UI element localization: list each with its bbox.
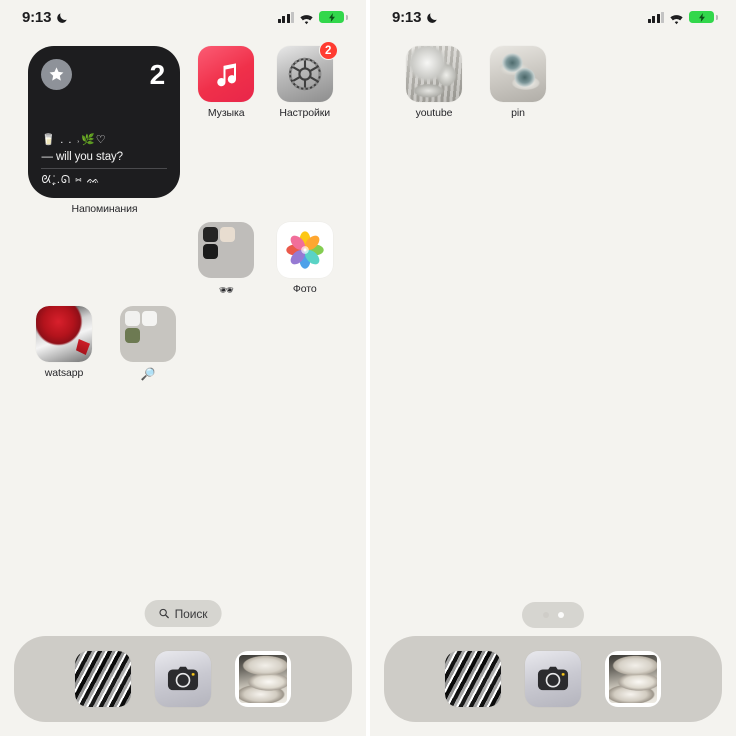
abstract-photo-icon[interactable] — [445, 651, 501, 707]
folder-search[interactable]: 🔎 — [106, 306, 190, 390]
widget-body: 🥛 . . ˒🌿♡ — will you stay? ᘡ₊̣̇.ᘏ ⑅ ᨐ — [41, 133, 168, 187]
dual-screenshot-container: 9:13 2 🥛 . . ˒🌿♡ — will you stay? ᘡ₊̣̇.ᘏ… — [0, 0, 736, 736]
folder-icon[interactable] — [120, 306, 176, 362]
grid-row-1: youtube pin — [392, 46, 714, 130]
abstract-photo-icon[interactable] — [75, 651, 131, 707]
youtube-photo-icon[interactable] — [406, 46, 462, 102]
app-label-settings: Настройки — [279, 107, 331, 119]
folder-mini-icon — [125, 328, 140, 343]
reminders-widget-label: Напоминания — [71, 203, 138, 215]
watsapp-photo-icon[interactable] — [36, 306, 92, 362]
status-bar-left: 9:13 — [22, 9, 69, 26]
widget-count: 2 — [149, 58, 166, 90]
search-icon — [159, 608, 169, 619]
dock-page-1 — [14, 636, 352, 722]
folder-label-search: 🔎 — [140, 367, 156, 381]
app-label-watsapp: watsapp — [44, 367, 84, 379]
status-bar: 9:13 — [0, 0, 366, 34]
page-dot-2[interactable] — [557, 612, 564, 618]
status-bar-left: 9:13 — [392, 9, 439, 26]
camera-app-icon[interactable] — [155, 651, 211, 707]
watsapp-photo-image — [36, 306, 92, 362]
iphone-home-screen-page-2: 9:13 youtube pin — [370, 0, 736, 736]
home-screen-grid-page-2: youtube pin — [392, 46, 714, 130]
status-bar-right — [277, 11, 348, 24]
folder-label-sunglasses: 🕶 — [218, 283, 234, 297]
crescent-moon-icon — [56, 11, 69, 24]
abstract-photo-image — [75, 651, 131, 707]
widget-emoji-top: 🥛 . . ˒🌿♡ — [41, 133, 107, 146]
app-youtube[interactable]: youtube — [392, 46, 476, 130]
folder-mini-icon — [203, 227, 219, 242]
music-app-icon[interactable] — [198, 46, 255, 102]
pin-photo-icon[interactable] — [490, 46, 546, 102]
folder-mini-icon — [125, 311, 140, 326]
widget-emoji-bottom: ᘡ₊̣̇.ᘏ ⑅ ᨐ — [41, 174, 101, 186]
folder-mini-icon — [142, 311, 157, 326]
star-icon — [41, 59, 73, 90]
wifi-icon — [669, 12, 684, 24]
battery-charging-icon — [689, 11, 718, 23]
abstract-photo-image — [445, 651, 501, 707]
folder-icon[interactable] — [198, 222, 255, 278]
cellular-signal-icon — [277, 11, 294, 23]
wifi-icon — [299, 12, 314, 24]
app-label-youtube: youtube — [415, 107, 453, 119]
status-time: 9:13 — [392, 8, 422, 26]
page-indicator[interactable] — [522, 602, 584, 628]
search-pill[interactable]: Поиск — [144, 600, 222, 627]
widget-divider — [41, 168, 168, 169]
reminders-widget[interactable]: 2 🥛 . . ˒🌿♡ — will you stay? ᘡ₊̣̇.ᘏ ⑅ ᨐ — [28, 46, 181, 198]
home-screen-grid-page-1: 2 🥛 . . ˒🌿♡ — will you stay? ᘡ₊̣̇.ᘏ ⑅ ᨐ … — [22, 41, 344, 390]
youtube-photo-image — [406, 46, 462, 102]
settings-icon-wrap[interactable]: 2 — [276, 41, 338, 102]
folder-sunglasses[interactable]: 🕶 — [187, 222, 266, 306]
app-pin[interactable]: pin — [476, 46, 560, 130]
dock-page-2 — [384, 636, 722, 722]
app-label-photos: Фото — [292, 283, 317, 295]
crescent-moon-icon — [426, 11, 439, 24]
app-settings[interactable]: 2 Настройки — [265, 41, 344, 222]
grid-row-2: 🕶 Фото — [22, 222, 344, 306]
app-music[interactable]: Музыка — [187, 46, 266, 222]
page-dot-1[interactable] — [542, 612, 549, 618]
app-photos[interactable]: Фото — [265, 222, 344, 306]
status-time: 9:13 — [22, 8, 52, 26]
camera-app-icon[interactable] — [525, 651, 581, 707]
photos-app-icon[interactable] — [276, 222, 333, 278]
iphone-home-screen-page-1: 9:13 2 🥛 . . ˒🌿♡ — will you stay? ᘡ₊̣̇.ᘏ… — [0, 0, 366, 736]
search-pill-label: Поиск — [174, 606, 208, 621]
plates-photo-icon[interactable] — [605, 651, 661, 707]
folder-mini-icon — [220, 227, 236, 242]
app-label-music: Музыка — [207, 107, 245, 119]
status-bar: 9:13 — [370, 0, 736, 34]
grid-row-1: 2 🥛 . . ˒🌿♡ — will you stay? ᘡ₊̣̇.ᘏ ⑅ ᨐ … — [22, 41, 344, 222]
battery-charging-icon — [319, 11, 348, 23]
app-label-pin: pin — [511, 107, 525, 119]
app-watsapp[interactable]: watsapp — [22, 306, 106, 390]
grid-row-3: watsapp 🔎 — [22, 306, 344, 390]
plates-photo-image — [609, 655, 657, 703]
status-bar-right — [647, 11, 718, 24]
widget-header: 2 — [41, 59, 167, 90]
widget-note-text: — will you stay? — [41, 151, 123, 163]
pin-photo-image — [490, 46, 546, 102]
plates-photo-image — [239, 655, 287, 703]
cellular-signal-icon — [647, 11, 664, 23]
folder-mini-icon — [203, 244, 219, 259]
settings-badge: 2 — [318, 41, 338, 60]
plates-photo-icon[interactable] — [235, 651, 291, 707]
